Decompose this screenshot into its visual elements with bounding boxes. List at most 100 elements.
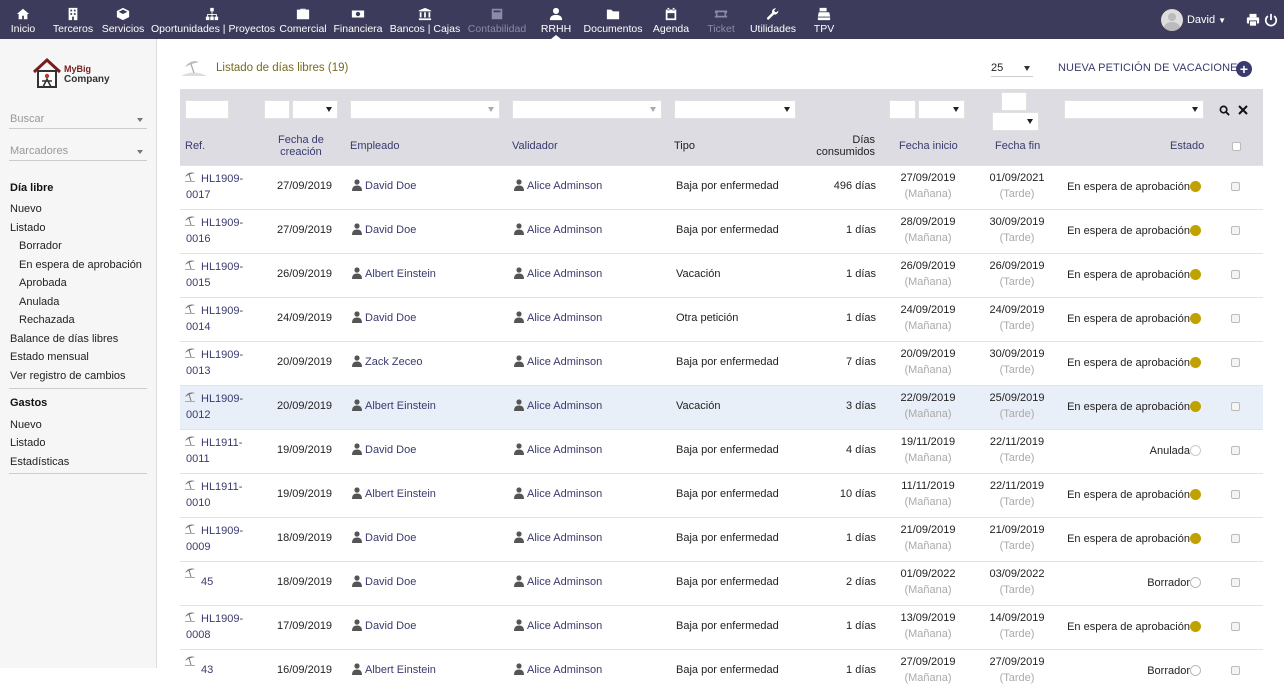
column-header-ref[interactable]: Ref. bbox=[185, 140, 205, 152]
ref-link-cont[interactable]: 0014 bbox=[186, 319, 210, 335]
row-checkbox[interactable] bbox=[1231, 578, 1240, 587]
employee-cell[interactable]: David Doe bbox=[352, 442, 416, 458]
company-logo[interactable]: MyBig Company bbox=[32, 57, 122, 91]
filter-start-day-input[interactable] bbox=[889, 100, 916, 119]
validator-cell[interactable]: Alice Adminson bbox=[514, 398, 602, 414]
sidebar-item-leave-7[interactable]: Balance de días libres bbox=[10, 333, 118, 345]
sidebar-item-expenses-2[interactable]: Estadísticas bbox=[10, 456, 69, 468]
table-row[interactable]: HL1909- 0013 20/09/2019 Zack Zeceo Alice Adm… bbox=[180, 341, 1263, 385]
table-row[interactable]: HL1909- 0009 18/09/2019 David Doe Alice Admi… bbox=[180, 517, 1263, 561]
sidebar-item-leave-0[interactable]: Nuevo bbox=[10, 203, 42, 215]
topmenu-tpv[interactable]: TPV bbox=[804, 0, 844, 39]
search-select[interactable]: Buscar bbox=[9, 111, 147, 129]
employee-link[interactable]: David Doe bbox=[365, 224, 416, 236]
ref-link[interactable]: HL1909- bbox=[201, 391, 243, 407]
sidebar-section-leave[interactable]: Día libre bbox=[10, 182, 53, 194]
row-checkbox[interactable] bbox=[1231, 666, 1240, 675]
topmenu-utilidades[interactable]: Utilidades bbox=[746, 0, 800, 39]
topmenu-agenda[interactable]: Agenda bbox=[648, 0, 694, 39]
employee-cell[interactable]: Albert Einstein bbox=[352, 486, 436, 502]
filter-end-day-input[interactable] bbox=[1001, 92, 1027, 111]
filter-created-month-select[interactable] bbox=[292, 100, 338, 119]
validator-link[interactable]: Alice Adminson bbox=[527, 488, 602, 500]
add-circle-icon[interactable]: + bbox=[1236, 61, 1252, 77]
column-header-employee[interactable]: Empleado bbox=[350, 140, 400, 152]
sidebar-item-expenses-0[interactable]: Nuevo bbox=[10, 419, 42, 431]
ref-link-cont[interactable]: 0011 bbox=[186, 451, 210, 467]
topmenu-servicios[interactable]: Servicios bbox=[100, 0, 146, 39]
sidebar-item-leave-3[interactable]: En espera de aprobación bbox=[19, 259, 142, 271]
sidebar-item-leave-1[interactable]: Listado bbox=[10, 222, 45, 234]
row-checkbox[interactable] bbox=[1231, 182, 1240, 191]
row-checkbox[interactable] bbox=[1231, 534, 1240, 543]
column-header-created[interactable]: Fecha de creación bbox=[278, 134, 324, 158]
validator-cell[interactable]: Alice Adminson bbox=[514, 662, 602, 678]
filter-created-day-input[interactable] bbox=[264, 100, 290, 119]
topmenu-terceros[interactable]: Terceros bbox=[50, 0, 96, 39]
employee-link[interactable]: David Doe bbox=[365, 576, 416, 588]
employee-cell[interactable]: David Doe bbox=[352, 618, 416, 634]
employee-link[interactable]: David Doe bbox=[365, 532, 416, 544]
employee-cell[interactable]: David Doe bbox=[352, 178, 416, 194]
row-checkbox[interactable] bbox=[1231, 402, 1240, 411]
validator-link[interactable]: Alice Adminson bbox=[527, 400, 602, 412]
row-checkbox[interactable] bbox=[1231, 446, 1240, 455]
validator-cell[interactable]: Alice Adminson bbox=[514, 442, 602, 458]
ref-link[interactable]: HL1911- bbox=[201, 435, 242, 451]
employee-cell[interactable]: Albert Einstein bbox=[352, 398, 436, 414]
employee-link[interactable]: Albert Einstein bbox=[365, 268, 436, 280]
filter-end-month-select[interactable] bbox=[992, 112, 1039, 131]
page-size-select[interactable]: 25 bbox=[991, 61, 1033, 77]
employee-cell[interactable]: David Doe bbox=[352, 530, 416, 546]
table-row[interactable]: HL1909- 0017 27/09/2019 David Doe Alice Admi… bbox=[180, 165, 1263, 209]
employee-link[interactable]: David Doe bbox=[365, 312, 416, 324]
table-row[interactable]: HL1909- 0012 20/09/2019 Albert Einstein Alic… bbox=[180, 385, 1263, 429]
row-checkbox[interactable] bbox=[1231, 270, 1240, 279]
validator-link[interactable]: Alice Adminson bbox=[527, 268, 602, 280]
validator-link[interactable]: Alice Adminson bbox=[527, 444, 602, 456]
table-row[interactable]: 45 18/09/2019 David Doe Alice Adminson Baja … bbox=[180, 561, 1263, 605]
row-checkbox[interactable] bbox=[1231, 490, 1240, 499]
validator-link[interactable]: Alice Adminson bbox=[527, 620, 602, 632]
search-icon[interactable] bbox=[1219, 105, 1230, 116]
ref-link[interactable]: HL1909- bbox=[201, 259, 243, 275]
filter-status-select[interactable] bbox=[1064, 100, 1204, 119]
table-row[interactable]: HL1909- 0014 24/09/2019 David Doe Alice Admi… bbox=[180, 297, 1263, 341]
table-row[interactable]: HL1909- 0015 26/09/2019 Albert Einstein Alic… bbox=[180, 253, 1263, 297]
ref-link-cont[interactable]: 0010 bbox=[186, 495, 210, 511]
sidebar-item-leave-6[interactable]: Rechazada bbox=[19, 314, 75, 326]
validator-link[interactable]: Alice Adminson bbox=[527, 576, 602, 588]
ref-link[interactable]: 43 bbox=[201, 662, 213, 678]
ref-link-cont[interactable]: 0013 bbox=[186, 363, 210, 379]
sidebar-item-expenses-1[interactable]: Listado bbox=[10, 437, 45, 449]
clear-filter-icon[interactable] bbox=[1238, 105, 1248, 115]
employee-cell[interactable]: David Doe bbox=[352, 222, 416, 238]
row-checkbox[interactable] bbox=[1231, 226, 1240, 235]
filter-validator-select[interactable] bbox=[512, 100, 662, 119]
employee-cell[interactable]: Zack Zeceo bbox=[352, 354, 422, 370]
topmenu-inicio[interactable]: Inicio bbox=[0, 0, 46, 39]
validator-link[interactable]: Alice Adminson bbox=[527, 532, 602, 544]
employee-link[interactable]: David Doe bbox=[365, 620, 416, 632]
column-header-validator[interactable]: Validador bbox=[512, 140, 558, 152]
table-row[interactable]: 43 16/09/2019 Albert Einstein Alice Adminso… bbox=[180, 649, 1263, 693]
sidebar-section-expenses[interactable]: Gastos bbox=[10, 397, 47, 409]
validator-cell[interactable]: Alice Adminson bbox=[514, 266, 602, 282]
printer-icon[interactable] bbox=[1246, 13, 1260, 27]
employee-link[interactable]: David Doe bbox=[365, 180, 416, 192]
row-checkbox[interactable] bbox=[1231, 622, 1240, 631]
table-row[interactable]: HL1911- 0011 19/09/2019 David Doe Alice Admi… bbox=[180, 429, 1263, 473]
employee-link[interactable]: David Doe bbox=[365, 444, 416, 456]
employee-link[interactable]: Zack Zeceo bbox=[365, 356, 422, 368]
filter-employee-select[interactable] bbox=[350, 100, 500, 119]
ref-link[interactable]: HL1909- bbox=[201, 215, 243, 231]
ref-link-cont[interactable]: 0009 bbox=[186, 539, 210, 555]
sidebar-item-leave-2[interactable]: Borrador bbox=[19, 240, 62, 252]
new-leave-request-button[interactable]: NUEVA PETICIÓN DE VACACIONES bbox=[1058, 62, 1245, 74]
filter-start-month-select[interactable] bbox=[918, 100, 965, 119]
topmenu-financiera[interactable]: Financiera bbox=[332, 0, 384, 39]
logout-icon[interactable] bbox=[1264, 13, 1278, 27]
sidebar-item-leave-5[interactable]: Anulada bbox=[19, 296, 59, 308]
ref-link[interactable]: 45 bbox=[201, 574, 213, 590]
validator-link[interactable]: Alice Adminson bbox=[527, 356, 602, 368]
